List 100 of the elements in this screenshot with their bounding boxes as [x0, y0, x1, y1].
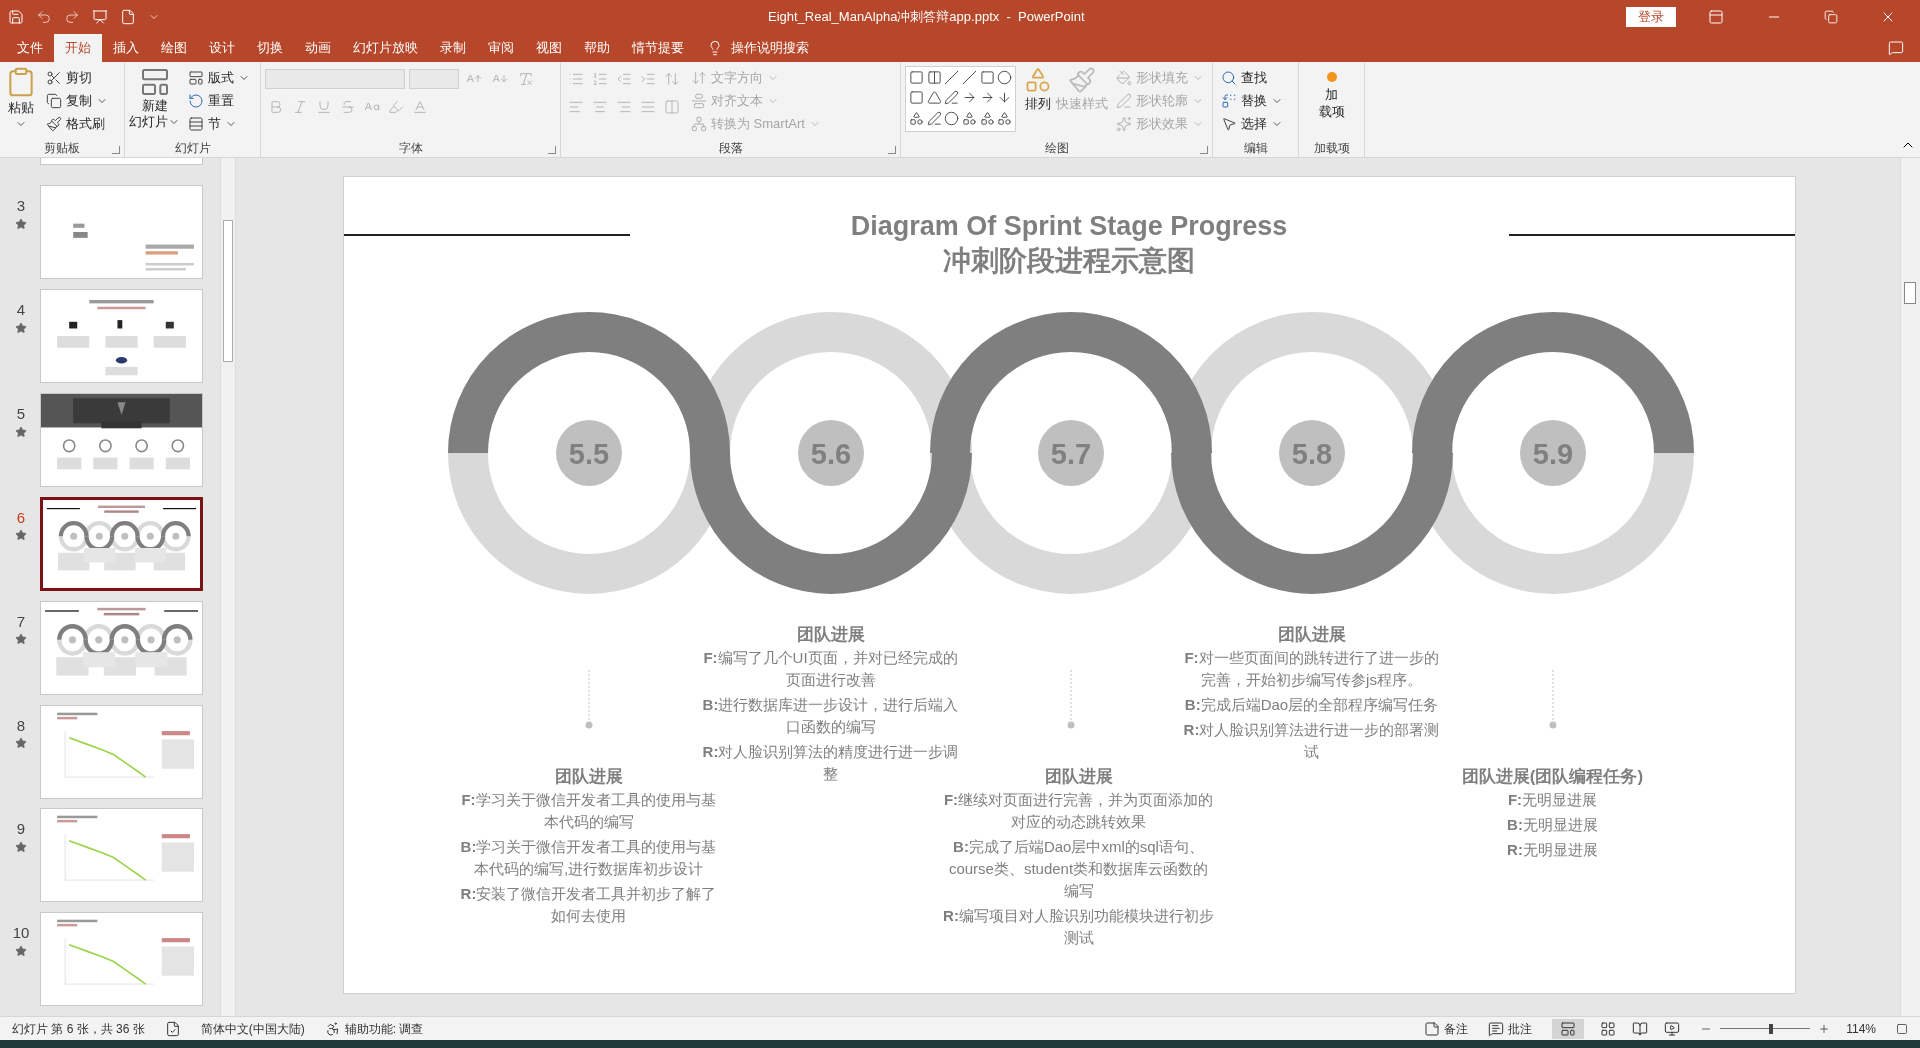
zoom-in-icon[interactable] — [1818, 1022, 1831, 1035]
note-text: R:无明显进展 — [1507, 840, 1598, 860]
ribbon-tab[interactable]: 情节提要 — [621, 34, 695, 62]
star-icon — [15, 425, 27, 438]
section-icon — [188, 115, 204, 132]
ribbon-tab[interactable]: 帮助 — [573, 34, 621, 62]
comments-button[interactable]: 批注 — [1488, 1019, 1533, 1038]
copy-button[interactable]: 复制 — [42, 89, 112, 112]
paste-button[interactable]: 粘贴 — [4, 66, 38, 130]
save-icon[interactable] — [8, 9, 24, 25]
fit-slide-icon[interactable] — [1896, 1022, 1908, 1035]
note-title: 团队进展 — [1044, 766, 1113, 788]
align-center-icon — [592, 99, 608, 115]
comment-icon — [1488, 1020, 1505, 1037]
format-painter-button[interactable]: 格式刷 — [42, 112, 112, 135]
note-text: B:无明显进展 — [1507, 815, 1598, 835]
ribbon-tab[interactable]: 视图 — [525, 34, 573, 62]
replace-icon — [1221, 92, 1237, 109]
arrange-button[interactable]: 排列 — [1024, 66, 1052, 114]
slide-thumbnail[interactable] — [40, 496, 203, 591]
pen-icon — [1116, 92, 1132, 109]
presenter-icon[interactable] — [92, 9, 108, 25]
new-slide-button[interactable]: 新建 幻灯片 — [129, 66, 180, 130]
stage-label: 5.9 — [1532, 438, 1573, 470]
stage-label: 5.6 — [810, 438, 851, 470]
note-text: B:学习关于微信开发者工具的使用与基本代码的编写,进行数据库初步设计 — [459, 837, 718, 879]
slide-number: 3 — [16, 196, 26, 217]
paintbrush-icon — [46, 115, 62, 132]
note-title: 团队进展 — [1277, 624, 1346, 646]
stage-label: 5.5 — [568, 438, 609, 470]
find-button[interactable]: 查找 — [1217, 66, 1287, 89]
language-status[interactable]: 简体中文(中国大陆) — [200, 1019, 305, 1038]
dialog-launcher-icon[interactable] — [888, 146, 896, 154]
zoom-slider[interactable] — [1720, 1023, 1811, 1034]
scrollbar[interactable] — [220, 158, 236, 1016]
shape-icon — [979, 70, 995, 85]
shape-icon — [997, 70, 1013, 85]
ribbon-tab[interactable]: 插入 — [102, 34, 150, 62]
ribbon-tab[interactable]: 审阅 — [477, 34, 525, 62]
scrollbar[interactable] — [1900, 158, 1920, 1016]
comments-icon[interactable] — [1888, 40, 1904, 56]
section-button[interactable]: 节 — [184, 112, 254, 135]
reset-button[interactable]: 重置 — [184, 89, 254, 112]
ribbon-tab[interactable]: 绘图 — [150, 34, 198, 62]
strikethrough-icon — [340, 99, 356, 115]
normal-view-button[interactable] — [1552, 1018, 1585, 1039]
tell-me-search[interactable]: 操作说明搜索 — [731, 38, 809, 58]
ribbon-display-icon[interactable] — [1708, 9, 1724, 25]
star-icon — [15, 737, 27, 750]
ribbon-tab[interactable]: 设计 — [198, 34, 246, 62]
group-label: 段落 — [718, 140, 743, 157]
arrange-icon — [1024, 66, 1052, 94]
align-right-icon — [616, 99, 632, 115]
reading-view-icon[interactable] — [1632, 1020, 1649, 1037]
stage-label: 5.8 — [1291, 438, 1332, 470]
sorter-view-icon[interactable] — [1600, 1020, 1617, 1037]
font-name-field[interactable] — [265, 69, 405, 89]
ribbon-tab[interactable]: 录制 — [429, 34, 477, 62]
select-button[interactable]: 选择 — [1217, 112, 1287, 135]
slide-number: 9 — [16, 819, 26, 840]
accessibility-status[interactable]: 辅助功能: 调查 — [344, 1019, 424, 1038]
dialog-launcher-icon[interactable] — [1200, 146, 1208, 154]
dialog-launcher-icon[interactable] — [548, 146, 556, 154]
numbering-icon — [592, 71, 608, 87]
zoom-percent[interactable]: 114% — [1846, 1019, 1876, 1038]
star-icon — [15, 944, 27, 957]
redo-icon[interactable] — [64, 9, 80, 25]
notes-button[interactable]: 备注 — [1424, 1019, 1469, 1038]
ribbon-tab[interactable]: 动画 — [294, 34, 342, 62]
shape-icon — [909, 110, 924, 126]
sign-in-button[interactable]: 登录 — [1626, 7, 1676, 27]
undo-icon[interactable] — [36, 9, 52, 25]
restore-icon[interactable] — [1824, 10, 1838, 24]
zoom-thumb[interactable] — [1769, 1023, 1774, 1034]
ribbon-tab[interactable]: 幻灯片放映 — [342, 34, 429, 62]
bold-icon — [268, 99, 284, 115]
replace-button[interactable]: 替换 — [1217, 89, 1287, 112]
slide-number: 6 — [16, 507, 26, 528]
ribbon-tab[interactable]: 开始 — [54, 34, 102, 62]
slide-number: 10 — [12, 923, 30, 944]
font-size-field[interactable] — [409, 69, 459, 89]
new-file-icon[interactable] — [120, 9, 136, 25]
italic-icon — [292, 99, 308, 115]
ribbon-tab[interactable]: 文件 — [6, 34, 54, 62]
dialog-launcher-icon[interactable] — [112, 146, 120, 154]
accessibility-icon — [324, 1020, 341, 1037]
cut-button[interactable]: 剪切 — [42, 66, 112, 89]
note-text: R:安装了微信开发者工具并初步了解了如何去使用 — [459, 884, 718, 926]
window-title: Eight_Real_ManAlpha冲刺答辩app.pptx - PowerPoint — [768, 8, 1085, 27]
note-text: F:对一些页面间的跳转进行了进一步的完善，开始初步编写传参js程序。 — [1183, 648, 1440, 690]
slideshow-icon[interactable] — [1664, 1020, 1681, 1037]
spelling-icon[interactable] — [164, 1020, 181, 1037]
shapes-gallery[interactable] — [905, 66, 1016, 132]
layout-button[interactable]: 版式 — [184, 66, 254, 89]
align-left-icon — [568, 99, 584, 115]
quick-styles-icon — [1068, 66, 1096, 94]
ribbon-tab[interactable]: 切换 — [246, 34, 294, 62]
slide-number: 5 — [16, 404, 26, 425]
shape-icon — [962, 90, 977, 106]
add-ins-button[interactable]: 加 载项 — [1303, 66, 1360, 120]
